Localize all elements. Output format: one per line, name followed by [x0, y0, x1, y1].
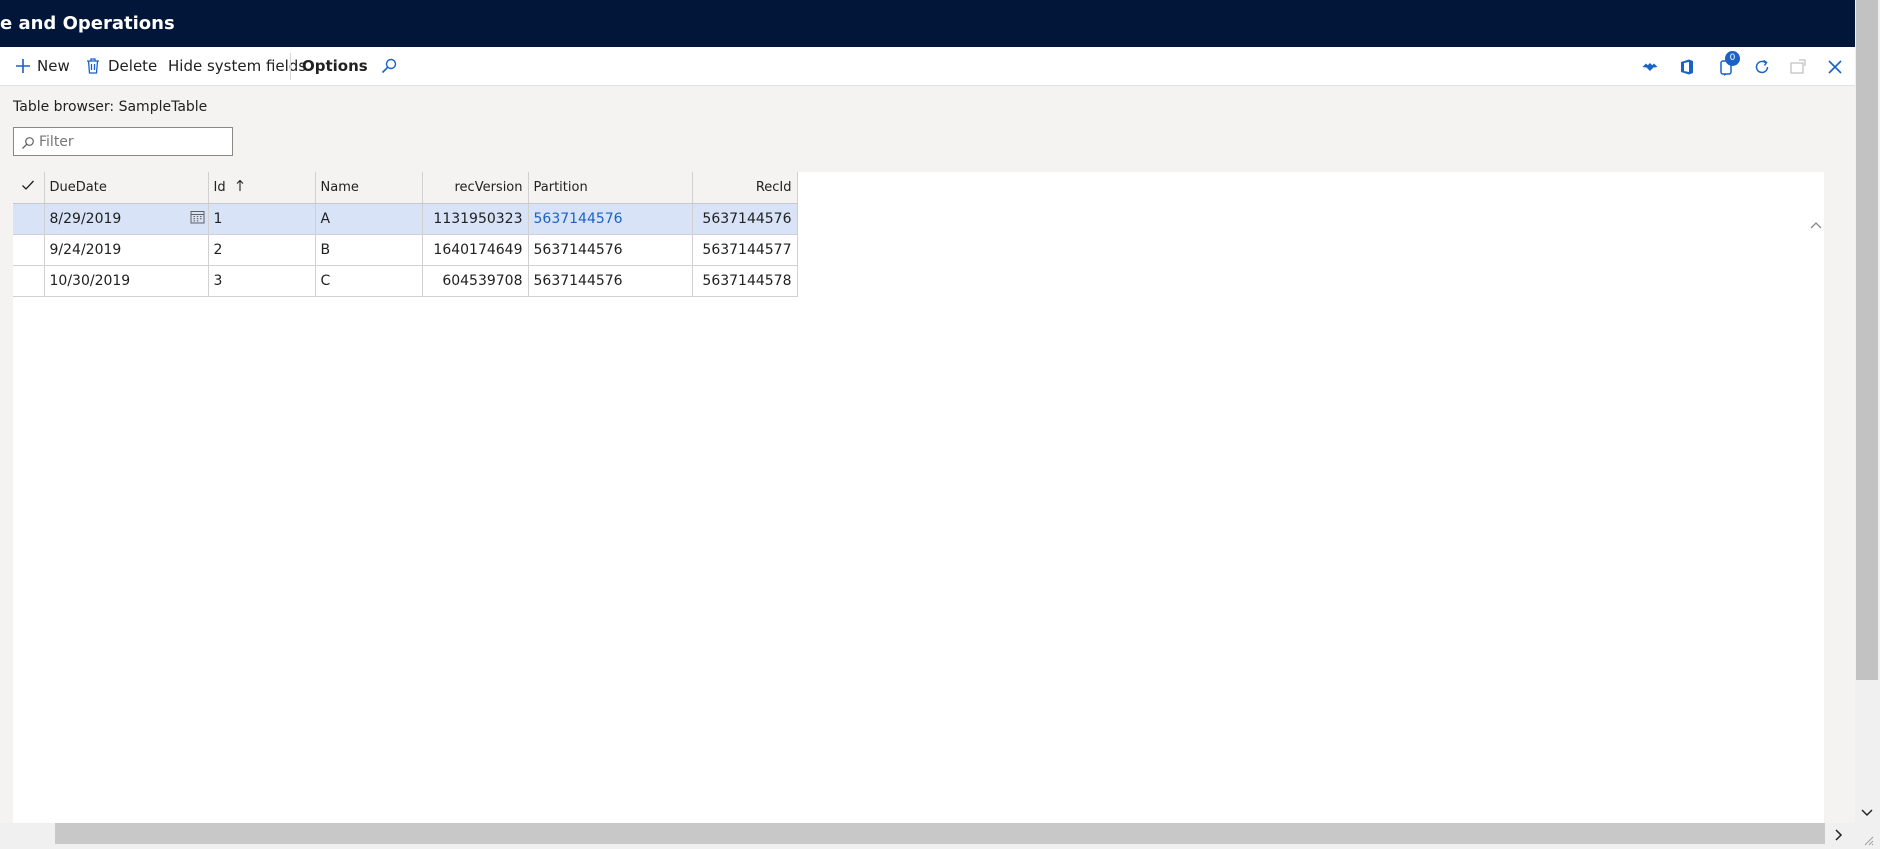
scroll-up-chevron-icon[interactable] [1809, 216, 1823, 234]
plus-icon [14, 57, 32, 75]
duedate-cell[interactable]: 9/24/2019 [44, 234, 209, 266]
title-bar: e and Operations [0, 0, 1880, 47]
options-tab[interactable]: Options [302, 47, 368, 85]
options-label: Options [302, 57, 368, 75]
hide-system-fields-label: Hide system fields [168, 57, 307, 75]
id-cell[interactable]: 3 [208, 265, 316, 297]
row-selector[interactable] [13, 265, 45, 297]
trash-icon [85, 57, 101, 75]
select-all-checkmark[interactable] [13, 172, 45, 204]
id-cell[interactable]: 1 [208, 203, 316, 235]
refresh-icon[interactable] [1752, 57, 1772, 77]
delete-button-label: Delete [108, 57, 158, 75]
cell-value: C [320, 272, 331, 289]
column-header-label: Id [213, 179, 226, 195]
name-cell[interactable]: B [315, 234, 423, 266]
column-header-duedate[interactable]: DueDate [44, 172, 209, 204]
cell-value: 10/30/2019 [49, 272, 131, 289]
column-header-label: recVersion [454, 179, 523, 195]
column-header-label: Name [320, 179, 359, 195]
cell-value: 1131950323 [433, 210, 523, 227]
app-title: e and Operations [0, 13, 175, 34]
data-grid: DueDate Id Name recVersion Partition Rec… [13, 172, 798, 297]
horizontal-scrollbar-thumb[interactable] [55, 823, 1825, 844]
column-header-partition[interactable]: Partition [528, 172, 693, 204]
cell-value: 5637144576 [702, 210, 792, 227]
recversion-cell[interactable]: 604539708 [422, 265, 529, 297]
duedate-cell[interactable]: 10/30/2019 [44, 265, 209, 297]
id-cell[interactable]: 2 [208, 234, 316, 266]
scroll-right-chevron-icon[interactable] [1834, 828, 1844, 846]
checkmark-icon [21, 180, 35, 195]
recversion-cell[interactable]: 1640174649 [422, 234, 529, 266]
table-row[interactable]: 8/29/2019 1 A 1131950323 5637144576 5637… [13, 203, 798, 235]
sort-arrow-up-icon [236, 179, 244, 196]
notification-icon[interactable]: 0 [1717, 51, 1740, 77]
cell-value: 604539708 [442, 272, 523, 289]
cell-value: 5637144576 [533, 241, 623, 258]
column-header-id[interactable]: Id [208, 172, 316, 204]
cell-value: 2 [213, 241, 223, 258]
popout-icon[interactable] [1788, 57, 1808, 77]
calendar-icon[interactable] [190, 210, 205, 228]
search-icon [380, 57, 398, 75]
cell-value: A [320, 210, 331, 227]
partition-cell[interactable]: 5637144576 [528, 203, 693, 235]
action-pane: New Delete Hide system fields Options 0 [0, 47, 1855, 86]
cell-value: 5637144578 [702, 272, 792, 289]
close-icon[interactable] [1825, 57, 1845, 77]
row-selector[interactable] [13, 234, 45, 266]
partition-cell[interactable]: 5637144576 [528, 234, 693, 266]
table-row[interactable]: 9/24/2019 2 B 1640174649 5637144576 5637… [13, 234, 798, 266]
page-title: Table browser: SampleTable [13, 99, 208, 115]
delete-button[interactable]: Delete [85, 47, 157, 85]
filter-input[interactable] [39, 131, 224, 152]
cell-value: 8/29/2019 [49, 210, 122, 227]
column-header-label: Partition [533, 179, 588, 195]
row-selector[interactable] [13, 203, 45, 235]
cell-value: 5637144576 [533, 272, 623, 289]
column-header-label: RecId [755, 179, 792, 195]
scroll-down-chevron-icon[interactable] [1860, 804, 1874, 822]
table-row[interactable]: 10/30/2019 3 C 604539708 5637144576 5637… [13, 265, 798, 297]
cell-value: 1 [213, 210, 223, 227]
grid-pane: DueDate Id Name recVersion Partition Rec… [13, 172, 1824, 823]
duedate-cell[interactable]: 8/29/2019 [44, 203, 209, 235]
search-button[interactable] [380, 47, 398, 85]
filter-search-icon [22, 137, 34, 149]
recid-cell[interactable]: 5637144577 [692, 234, 798, 266]
resize-grip-icon[interactable] [1862, 832, 1874, 849]
hide-system-fields-button[interactable]: Hide system fields [168, 47, 306, 85]
filter-box[interactable] [13, 127, 233, 156]
recid-cell[interactable]: 5637144578 [692, 265, 798, 297]
header-row: DueDate Id Name recVersion Partition Rec… [13, 172, 798, 204]
recversion-cell[interactable]: 1131950323 [422, 203, 529, 235]
name-cell[interactable]: C [315, 265, 423, 297]
vertical-scrollbar-thumb[interactable] [1856, 0, 1878, 680]
name-cell[interactable]: A [315, 203, 423, 235]
cell-value: 1640174649 [433, 241, 523, 258]
recid-cell[interactable]: 5637144576 [692, 203, 798, 235]
column-header-name[interactable]: Name [315, 172, 423, 204]
partition-link[interactable]: 5637144576 [534, 211, 623, 227]
office-icon[interactable] [1677, 57, 1697, 77]
toolbar-divider [290, 53, 291, 80]
cell-value: 3 [213, 272, 223, 289]
column-header-recversion[interactable]: recVersion [422, 172, 529, 204]
column-header-recid[interactable]: RecId [692, 172, 798, 204]
new-button[interactable]: New [14, 47, 70, 85]
partition-cell[interactable]: 5637144576 [528, 265, 693, 297]
cell-value: 9/24/2019 [49, 241, 122, 258]
diamond-icon[interactable] [1640, 57, 1660, 77]
cell-value: 5637144577 [702, 241, 792, 258]
new-button-label: New [37, 57, 70, 75]
content-area: Table browser: SampleTable Filter DueDat… [0, 86, 1855, 823]
notification-count-badge: 0 [1725, 51, 1740, 66]
column-header-label: DueDate [49, 179, 107, 195]
cell-value: B [320, 241, 331, 258]
